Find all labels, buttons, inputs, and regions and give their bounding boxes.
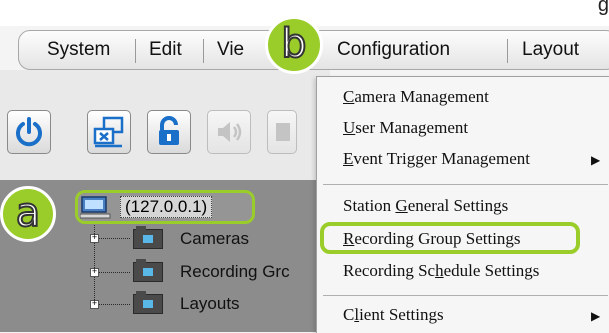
menu-item-camera-management[interactable]: Camera Management	[343, 87, 489, 107]
menu-layout[interactable]: Layout	[522, 39, 579, 61]
unknown-icon	[276, 123, 290, 141]
submenu-arrow-icon: ▶	[591, 153, 601, 167]
menu-system[interactable]: System	[47, 39, 110, 61]
menu-view[interactable]: Vie	[217, 39, 244, 61]
recording-group-highlight	[320, 222, 580, 254]
menu-item-user-management[interactable]: User Management	[343, 118, 468, 138]
menu-configuration[interactable]: Configuration	[337, 39, 450, 61]
menu-item-recording-schedule-settings[interactable]: Recording Schedule Settings	[343, 261, 539, 281]
server-node-label[interactable]: (127.0.0.1)	[120, 196, 213, 218]
submenu-arrow-icon: ▶	[591, 309, 601, 323]
network-icon	[93, 116, 124, 148]
network-button[interactable]	[87, 110, 131, 154]
callout-badge-b: b	[265, 16, 323, 74]
menu-item-client-settings[interactable]: Client Settings	[343, 305, 444, 325]
tree-item-layouts[interactable]: Layouts	[180, 294, 240, 314]
computer-icon	[80, 196, 111, 219]
tree-connector	[94, 304, 130, 305]
speaker-button[interactable]	[207, 110, 251, 154]
tree-connector	[94, 272, 130, 273]
menu-separator	[203, 39, 204, 63]
power-button[interactable]	[7, 110, 51, 154]
folder-icon	[133, 291, 163, 314]
expand-toggle[interactable]: +	[90, 234, 99, 243]
tree-item-cameras[interactable]: Cameras	[180, 229, 249, 249]
menu-separator	[507, 39, 508, 63]
callout-badge-a: a	[0, 186, 56, 242]
lock-button[interactable]	[147, 110, 191, 154]
menu-divider	[323, 295, 608, 296]
folder-icon	[133, 259, 163, 282]
menu-item-event-trigger-management[interactable]: Event Trigger Management	[343, 149, 530, 169]
folder-icon	[133, 226, 163, 249]
menu-item-station-general-settings[interactable]: Station General Settings	[343, 196, 508, 216]
tree-connector	[94, 238, 130, 239]
top-strip-text: g	[597, 0, 609, 16]
tree-item-recording-groups[interactable]: Recording Grc	[180, 262, 290, 282]
speaker-icon	[218, 122, 242, 142]
power-icon	[16, 117, 42, 147]
expand-toggle[interactable]: +	[90, 268, 99, 277]
menu-divider	[323, 184, 608, 185]
configuration-dropdown: Camera Management User Management Event …	[316, 76, 609, 333]
menu-separator	[135, 39, 136, 63]
toolbar-button-partial[interactable]	[267, 110, 297, 154]
menu-edit[interactable]: Edit	[149, 39, 182, 61]
lock-icon	[159, 116, 179, 145]
expand-toggle[interactable]: +	[90, 300, 99, 309]
